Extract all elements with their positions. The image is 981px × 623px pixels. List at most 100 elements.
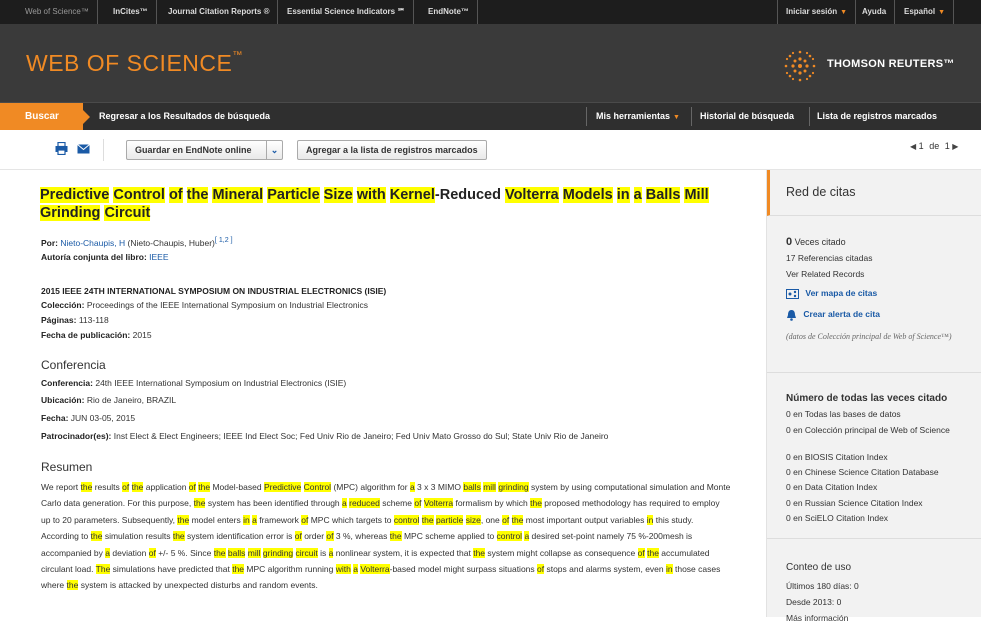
logo-text: WEB OF SCIENCE <box>26 50 233 76</box>
endnote-label: Guardar en EndNote online <box>135 145 252 155</box>
pages-value: 113-118 <box>78 315 109 325</box>
author-refs[interactable]: [ 1,2 ] <box>215 236 233 244</box>
author-fullname: (Nieto-Chaupis, Huber) <box>127 237 215 248</box>
email-icon[interactable] <box>77 144 90 154</box>
language-label: Español <box>904 7 936 16</box>
page-current: 1 <box>918 141 924 151</box>
citation-map-link: Ver mapa de citas <box>805 288 878 298</box>
record-toolbar: Guardar en EndNote online ⌄ Agregar a la… <box>0 130 981 170</box>
location-value: Rio de Janeiro, BRAZIL <box>86 395 177 405</box>
conference-row: Conferencia: 24th IEEE International Sym… <box>41 378 346 388</box>
citation-network-header: Red de citas <box>767 170 981 216</box>
collection-row: Colección: Proceedings of the IEEE Inter… <box>41 300 368 310</box>
usage-last-180: Últimos 180 días: 0 <box>786 581 859 591</box>
abstract-text: We report the results of the application… <box>41 482 731 591</box>
toolbar-divider <box>103 139 104 161</box>
collection-label: Colección: <box>41 300 85 310</box>
chevron-down-icon: ▼ <box>938 9 946 16</box>
language-menu[interactable]: Español ▼ <box>896 0 955 24</box>
more-info-link[interactable]: Más información <box>786 613 848 623</box>
authors-label: Por: <box>41 237 58 248</box>
record-title: Predictive Control of the Mineral Partic… <box>40 187 709 221</box>
topbar-link-wos[interactable]: Web of Science™ <box>17 0 98 24</box>
my-tools-label: Mis herramientas <box>596 111 671 121</box>
top-product-bar: Web of Science™ InCites™ Journal Citatio… <box>0 0 981 24</box>
date-row: Fecha: JUN 03-05, 2015 <box>41 413 135 423</box>
conference-label: Conferencia: <box>41 378 93 388</box>
bell-icon <box>787 310 796 321</box>
brand-tm: ™ <box>943 58 955 70</box>
save-to-endnote-dropdown[interactable]: Guardar en EndNote online ⌄ <box>126 140 283 160</box>
wos-logo[interactable]: WEB OF SCIENCE™ <box>26 50 243 77</box>
citation-network-title: Red de citas <box>786 185 856 199</box>
nav-divider <box>809 107 810 126</box>
page-of: de <box>929 141 940 151</box>
all-times-item: 0 en Todas las bases de datos <box>786 409 901 419</box>
thomson-reuters-logo: THOMSON REUTERS™ <box>781 47 954 82</box>
pubdate-value: 2015 <box>132 330 152 340</box>
citation-map-row[interactable]: Ver mapa de citas <box>786 288 877 299</box>
all-times-cited-heading: Número de todas las veces citado <box>786 393 948 404</box>
page-total: 1 <box>944 141 950 151</box>
citation-map-icon <box>786 288 799 299</box>
help-link[interactable]: Ayuda <box>854 0 896 24</box>
record-main: Predictive Control of the Mineral Partic… <box>0 170 766 617</box>
all-times-item: 0 en Data Citation Index <box>786 482 878 492</box>
author-link[interactable]: Nieto-Chaupis, H <box>60 238 125 248</box>
main-nav: Buscar Regresar a los Resultados de búsq… <box>0 102 981 130</box>
thomson-reuters-label: THOMSON REUTERS™ <box>827 58 955 70</box>
search-tab[interactable]: Buscar <box>0 103 90 130</box>
date-value: JUN 03-05, 2015 <box>70 413 136 423</box>
abstract-heading: Resumen <box>41 460 93 474</box>
pagination: ◀ 1 de 1 ▶ <box>910 141 958 151</box>
back-to-results-link[interactable]: Regresar a los Resultados de búsqueda <box>99 103 270 130</box>
usage-count-heading: Conteo de uso <box>786 562 852 573</box>
book-author-label: Autoría conjunta del libro: <box>41 252 147 262</box>
times-cited-label: Veces citado <box>794 237 846 247</box>
topbar-link-esi[interactable]: Essential Science Indicators ℠ <box>279 0 415 24</box>
all-times-item: 0 en Colección principal de Web of Scien… <box>786 425 950 435</box>
chevron-down-icon: ▼ <box>673 114 680 121</box>
logo-tm: ™ <box>232 50 243 61</box>
create-alert-row[interactable]: Crear alerta de cita <box>786 309 880 321</box>
chevron-down-icon: ▼ <box>840 9 848 16</box>
sponsors-label: Patrocinador(es): <box>41 431 112 441</box>
collection-value: Proceedings of the IEEE International Sy… <box>86 300 368 310</box>
print-icon[interactable] <box>55 142 68 155</box>
sponsors-row: Patrocinador(es): Inst Elect & Elect Eng… <box>41 431 608 441</box>
all-times-item: 0 en Russian Science Citation Index <box>786 498 923 508</box>
next-arrow-icon[interactable]: ▶ <box>952 142 958 151</box>
site-header: WEB OF SCIENCE™ THOMSON REUTERS™ <box>0 24 981 102</box>
topbar-link-incites[interactable]: InCites™ <box>105 0 157 24</box>
signin-menu[interactable]: Iniciar sesión ▼ <box>777 0 857 24</box>
topbar-link-endnote[interactable]: EndNote™ <box>420 0 478 24</box>
add-to-marked-list-button[interactable]: Agregar a la lista de registros marcados <box>297 140 487 160</box>
usage-since-2013: Desde 2013: 0 <box>786 597 842 607</box>
location-row: Ubicación: Rio de Janeiro, BRAZIL <box>41 395 176 405</box>
topbar-link-jcr[interactable]: Journal Citation Reports ® <box>160 0 279 24</box>
nav-divider <box>691 107 692 126</box>
prev-arrow-icon[interactable]: ◀ <box>910 142 916 151</box>
marked-list-link[interactable]: Lista de registros marcados <box>817 103 937 130</box>
all-times-item: 0 en SciELO Citation Index <box>786 513 889 523</box>
thomson-reuters-sphere-icon <box>784 50 816 82</box>
search-history-link[interactable]: Historial de búsqueda <box>700 103 794 130</box>
cited-references-link[interactable]: 17 Referencias citadas <box>786 253 872 263</box>
conference-heading: Conferencia <box>41 358 106 372</box>
pages-label: Páginas: <box>41 315 77 325</box>
nav-divider <box>586 107 587 126</box>
conference-value: 24th IEEE International Symposium on Ind… <box>95 378 347 388</box>
location-label: Ubicación: <box>41 395 85 405</box>
chevron-down-icon: ⌄ <box>266 141 282 159</box>
citation-sidebar: Red de citas 0 Veces citado 17 Referenci… <box>766 170 981 623</box>
book-author-row: Autoría conjunta del libro: IEEE <box>41 252 169 262</box>
all-times-item: 0 en BIOSIS Citation Index <box>786 452 888 462</box>
sponsors-value: Inst Elect & Elect Engineers; IEEE Ind E… <box>113 431 609 441</box>
book-author-link[interactable]: IEEE <box>149 252 168 262</box>
pages-row: Páginas: 113-118 <box>41 315 109 325</box>
my-tools-menu[interactable]: Mis herramientas ▼ <box>596 103 680 130</box>
signin-label: Iniciar sesión <box>786 7 838 16</box>
related-records-link[interactable]: Ver Related Records <box>786 269 864 279</box>
times-cited-row: 0 Veces citado <box>786 236 846 248</box>
create-alert-link: Crear alerta de cita <box>803 309 880 320</box>
